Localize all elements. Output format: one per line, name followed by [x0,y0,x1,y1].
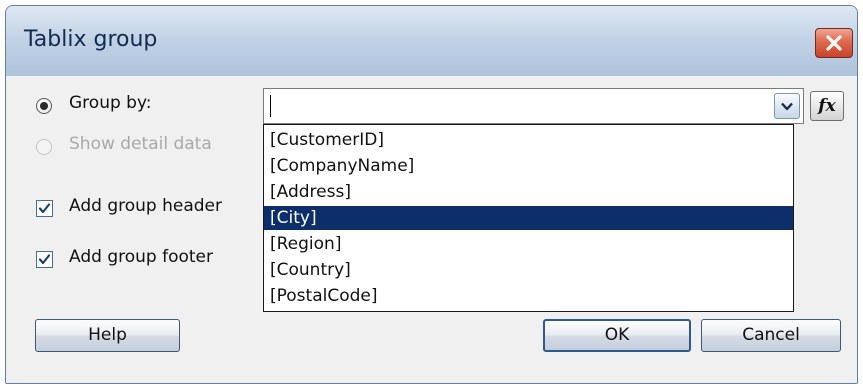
tablix-group-dialog: Tablix group Group by: Show detail data … [5,5,858,384]
checkmark-icon [38,203,51,214]
dialog-title: Tablix group [24,27,158,52]
show-detail-radio[interactable] [36,139,52,155]
text-caret [270,95,271,117]
group-by-label: Group by: [69,93,152,113]
add-group-header-label: Add group header [69,196,222,216]
cancel-button[interactable]: Cancel [701,319,841,352]
group-by-radio[interactable] [36,98,52,114]
field-dropdown-list: [CustomerID] [CompanyName] [Address] [City]… [263,124,794,312]
group-by-combobox[interactable] [263,88,804,124]
add-group-header-checkbox[interactable] [36,200,53,217]
title-bar[interactable]: Tablix group [6,6,857,77]
chevron-down-icon [781,102,793,111]
expression-button[interactable]: fx [810,91,844,121]
radio-selected-dot [40,102,48,110]
add-group-footer-checkbox[interactable] [36,251,53,268]
dropdown-item[interactable]: [Country] [264,258,793,282]
show-detail-label: Show detail data [69,134,212,154]
dropdown-item[interactable]: [CompanyName] [264,154,793,178]
dropdown-button[interactable] [774,93,800,119]
dropdown-item[interactable]: [Region] [264,232,793,256]
add-group-footer-label: Add group footer [69,247,213,267]
help-button[interactable]: Help [35,319,180,352]
dropdown-item[interactable]: [City] [264,206,793,230]
ok-button[interactable]: OK [543,319,691,352]
close-button[interactable] [815,28,853,58]
dropdown-item[interactable]: [Address] [264,180,793,204]
checkmark-icon [38,254,51,265]
dropdown-item[interactable]: [CustomerID] [264,128,793,152]
dropdown-item[interactable]: [PostalCode] [264,284,793,308]
close-icon [826,35,842,51]
